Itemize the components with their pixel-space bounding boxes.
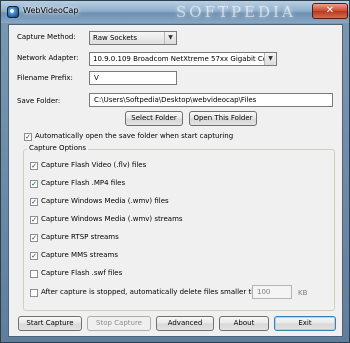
auto-open-label[interactable]: Automatically open the save folder when … xyxy=(35,132,233,140)
capture-flv-label[interactable]: Capture Flash Video (.flv) files xyxy=(41,161,146,169)
capture-wmv-files-checkbox[interactable]: ✓ xyxy=(30,198,38,206)
checkmark-icon: ✓ xyxy=(31,180,37,188)
checkmark-icon: ✓ xyxy=(31,252,37,260)
delete-small-unit: KB xyxy=(298,289,308,297)
close-icon: ✕ xyxy=(325,5,335,16)
advanced-button[interactable]: Advanced xyxy=(156,316,214,331)
window-title: WebVideoCap xyxy=(23,6,79,15)
capture-wmv-files-label[interactable]: Capture Windows Media (.wmv) files xyxy=(41,197,169,205)
capture-wmv-streams-checkbox[interactable]: ✓ xyxy=(30,216,38,224)
about-button[interactable]: About xyxy=(219,316,269,331)
checkmark-icon: ✓ xyxy=(31,198,37,206)
open-folder-button[interactable]: Open This Folder xyxy=(189,111,257,126)
select-folder-button[interactable]: Select Folder xyxy=(125,111,183,126)
filename-prefix-input[interactable]: V xyxy=(89,71,177,85)
save-folder-input[interactable]: C:\Users\Softpedia\Desktop\webvideocap\F… xyxy=(89,93,333,107)
capture-flv-checkbox[interactable]: ✓ xyxy=(30,162,38,170)
capture-method-select[interactable]: Raw Sockets ▼ xyxy=(89,31,177,45)
app-window: WebVideoCap SOFTPEDIA ✕ Capture Method: … xyxy=(0,0,350,343)
delete-small-label[interactable]: After capture is stopped, automatically … xyxy=(41,288,267,296)
checkmark-icon: ✓ xyxy=(31,234,37,242)
start-capture-button[interactable]: Start Capture xyxy=(18,316,82,331)
filename-prefix-label: Filename Prefix: xyxy=(17,74,73,82)
network-adapter-value: 10.9.0.109 Broadcom NetXtreme 57xx Gigab… xyxy=(93,55,277,63)
checkmark-icon: ✓ xyxy=(31,162,37,170)
capture-wmv-streams-label[interactable]: Capture Windows Media (.wmv) streams xyxy=(41,215,183,223)
stop-capture-button[interactable]: Stop Capture xyxy=(87,316,151,331)
exit-button[interactable]: Exit xyxy=(274,316,336,331)
capture-rtsp-label[interactable]: Capture RTSP streams xyxy=(41,233,119,241)
capture-method-value: Raw Sockets xyxy=(93,34,138,42)
capture-swf-checkbox[interactable] xyxy=(30,270,38,278)
auto-open-checkbox[interactable]: ✓ xyxy=(24,133,32,141)
softpedia-watermark: SOFTPEDIA xyxy=(176,3,296,21)
capture-mp4-label[interactable]: Capture Flash .MP4 files xyxy=(41,179,125,187)
capture-mp4-checkbox[interactable]: ✓ xyxy=(30,180,38,188)
checkmark-icon: ✓ xyxy=(31,216,37,224)
chevron-down-icon: ▼ xyxy=(164,32,176,44)
save-folder-label: Save Folder: xyxy=(17,97,61,105)
delete-small-checkbox[interactable] xyxy=(30,289,38,297)
main-panel: Capture Method: Raw Sockets ▼ Network Ad… xyxy=(8,24,343,337)
title-bar[interactable]: WebVideoCap SOFTPEDIA ✕ xyxy=(1,1,349,23)
chevron-down-icon: ▼ xyxy=(264,53,276,65)
capture-options-title: Capture Options xyxy=(27,144,89,152)
delete-small-size-input[interactable]: 100 xyxy=(252,285,292,299)
network-adapter-select[interactable]: 10.9.0.109 Broadcom NetXtreme 57xx Gigab… xyxy=(89,52,277,66)
checkmark-icon: ✓ xyxy=(25,133,31,141)
capture-method-label: Capture Method: xyxy=(17,33,76,41)
capture-rtsp-checkbox[interactable]: ✓ xyxy=(30,234,38,242)
close-button[interactable]: ✕ xyxy=(312,3,348,19)
capture-mms-label[interactable]: Capture MMS streams xyxy=(41,251,118,259)
capture-mms-checkbox[interactable]: ✓ xyxy=(30,252,38,260)
network-adapter-label: Network Adapter: xyxy=(17,54,79,62)
app-icon xyxy=(7,6,19,18)
capture-swf-label[interactable]: Capture Flash .swf files xyxy=(41,269,122,277)
